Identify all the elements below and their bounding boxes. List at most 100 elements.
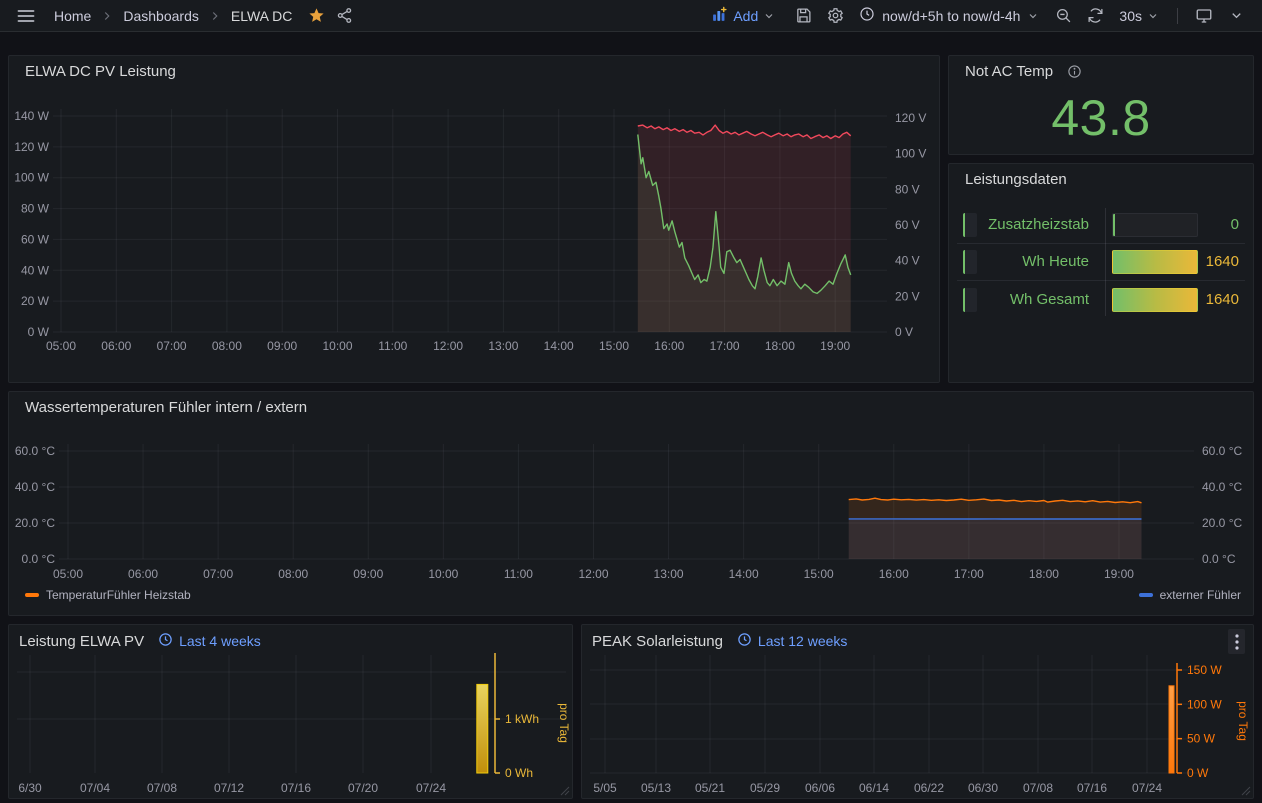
svg-text:15:00: 15:00 [804, 567, 834, 581]
add-panel-icon [711, 6, 728, 26]
kiosk-mode-icon[interactable] [1190, 2, 1218, 30]
add-panel-button[interactable]: Add [711, 6, 775, 26]
svg-text:60 W: 60 W [21, 232, 50, 246]
svg-text:60.0 °C: 60.0 °C [15, 444, 55, 458]
svg-text:07/16: 07/16 [1077, 781, 1107, 795]
share-icon[interactable] [330, 2, 358, 30]
favorite-star-icon[interactable] [302, 2, 330, 30]
svg-text:19:00: 19:00 [820, 339, 850, 353]
info-icon[interactable] [1067, 64, 1082, 79]
gauge-mini-cell [963, 213, 977, 237]
svg-text:07:00: 07:00 [203, 567, 233, 581]
panel-wassertemperaturen: Wassertemperaturen Fühler intern / exter… [8, 391, 1254, 616]
breadcrumb-home[interactable]: Home [54, 8, 91, 24]
panel-peak-solarleistung: PEAK Solarleistung Last 12 weeks 5/0505/… [581, 624, 1254, 799]
gauge-label: Zusatzheizstab [979, 216, 1089, 233]
svg-text:17:00: 17:00 [710, 339, 740, 353]
legend-label: TemperaturFühler Heizstab [46, 588, 191, 602]
svg-text:07/16: 07/16 [281, 781, 311, 795]
svg-text:150 W: 150 W [1187, 663, 1222, 677]
add-panel-label: Add [733, 8, 758, 24]
menu-toggle-icon[interactable] [12, 2, 40, 30]
gauge-row-wh-gesamt: Wh Gesamt 1640 [949, 281, 1253, 318]
svg-text:12:00: 12:00 [433, 339, 463, 353]
resize-grip-icon[interactable] [1241, 786, 1251, 796]
svg-text:40 V: 40 V [895, 254, 920, 268]
time-range-picker[interactable]: now/d+5h to now/d-4h [853, 6, 1045, 25]
svg-text:09:00: 09:00 [353, 567, 383, 581]
svg-text:06/14: 06/14 [859, 781, 889, 795]
svg-text:0 V: 0 V [895, 325, 913, 339]
refresh-interval-picker[interactable]: 30s [1113, 8, 1165, 24]
legend-color-dash [25, 593, 39, 597]
breadcrumb-dashboards[interactable]: Dashboards [123, 8, 199, 24]
refresh-icon[interactable] [1081, 2, 1109, 30]
svg-text:17:00: 17:00 [954, 567, 984, 581]
nav-divider [1177, 8, 1178, 24]
breadcrumb-current: ELWA DC [231, 8, 292, 24]
temperature-timeseries-chart[interactable]: 0.0 °C20.0 °C40.0 °C60.0 °C0.0 °C20.0 °C… [9, 392, 1255, 617]
svg-text:06:00: 06:00 [128, 567, 158, 581]
grafana-dashboard: Home Dashboards ELWA DC Add [0, 0, 1262, 803]
chevron-down-icon [1027, 10, 1039, 22]
svg-text:pro Tag: pro Tag [557, 703, 571, 743]
save-dashboard-icon[interactable] [789, 2, 817, 30]
svg-text:0 W: 0 W [1187, 766, 1209, 780]
gauge-value: 1640 [1179, 291, 1239, 308]
svg-text:11:00: 11:00 [378, 339, 407, 353]
resize-grip-icon[interactable] [560, 786, 570, 796]
peak-solar-bar-chart[interactable]: 5/0505/1305/2105/2906/0606/1406/2206/300… [582, 625, 1255, 800]
gauge-row-wh-heute: Wh Heute 1640 [949, 244, 1253, 280]
svg-text:08:00: 08:00 [278, 567, 308, 581]
svg-text:pro Tag: pro Tag [1236, 701, 1250, 741]
legend-label: externer Fühler [1160, 588, 1241, 602]
svg-text:06:00: 06:00 [101, 339, 131, 353]
svg-text:07/08: 07/08 [1023, 781, 1053, 795]
svg-text:10:00: 10:00 [428, 567, 458, 581]
elwa-pv-bar-chart[interactable]: 6/3007/0407/0807/1207/1607/2007/240 Wh1 … [9, 625, 574, 800]
svg-text:06/06: 06/06 [805, 781, 835, 795]
legend-externer-fuehler[interactable]: externer Fühler [1139, 588, 1241, 602]
gauge-zero-tick [1113, 214, 1115, 236]
svg-text:09:00: 09:00 [267, 339, 297, 353]
svg-text:80 W: 80 W [21, 202, 50, 216]
svg-text:07/08: 07/08 [147, 781, 177, 795]
gauge-value: 0 [1179, 216, 1239, 233]
svg-text:60 V: 60 V [895, 218, 920, 232]
svg-text:12:00: 12:00 [578, 567, 608, 581]
gauge-mini-cell [963, 288, 977, 312]
svg-text:06/22: 06/22 [914, 781, 944, 795]
svg-text:06/30: 06/30 [968, 781, 998, 795]
svg-text:07/04: 07/04 [80, 781, 110, 795]
not-ac-temp-value: 43.8 [949, 88, 1253, 148]
panel-leistung-elwa-pv: Leistung ELWA PV Last 4 weeks 6/3007/040… [8, 624, 573, 799]
clock-icon [859, 6, 875, 25]
panel-title[interactable]: Leistungsdaten [965, 171, 1067, 188]
collapse-nav-chevron-icon[interactable] [1222, 2, 1250, 30]
gauge-label: Wh Gesamt [979, 291, 1089, 308]
gauge-mini-cell [963, 250, 977, 274]
svg-text:80 V: 80 V [895, 182, 920, 196]
svg-text:07:00: 07:00 [157, 339, 187, 353]
svg-text:14:00: 14:00 [729, 567, 759, 581]
panel-title[interactable]: Not AC Temp [965, 63, 1053, 80]
breadcrumb: Home Dashboards ELWA DC [54, 8, 292, 24]
svg-text:0.0 °C: 0.0 °C [1202, 552, 1236, 566]
svg-text:05:00: 05:00 [46, 339, 76, 353]
dashboard-settings-icon[interactable] [821, 2, 849, 30]
svg-text:05/29: 05/29 [750, 781, 780, 795]
nav-toolbar: Add now/d+5h to now/d-4h 30s [711, 2, 1250, 30]
svg-text:140 W: 140 W [14, 109, 49, 123]
svg-text:18:00: 18:00 [1029, 567, 1059, 581]
svg-text:120 W: 120 W [14, 140, 49, 154]
zoom-out-time-icon[interactable] [1049, 2, 1077, 30]
svg-text:50 W: 50 W [1187, 732, 1216, 746]
legend-temperaturfuehler-heizstab[interactable]: TemperaturFühler Heizstab [25, 588, 191, 602]
chevron-right-icon [100, 9, 114, 23]
svg-text:20.0 °C: 20.0 °C [15, 516, 55, 530]
refresh-interval-label: 30s [1119, 8, 1142, 24]
svg-text:20.0 °C: 20.0 °C [1202, 516, 1242, 530]
pv-timeseries-chart[interactable]: 0 W20 W40 W60 W80 W100 W120 W140 W0 V20 … [9, 56, 941, 384]
svg-text:10:00: 10:00 [322, 339, 352, 353]
svg-text:0.0 °C: 0.0 °C [22, 552, 56, 566]
